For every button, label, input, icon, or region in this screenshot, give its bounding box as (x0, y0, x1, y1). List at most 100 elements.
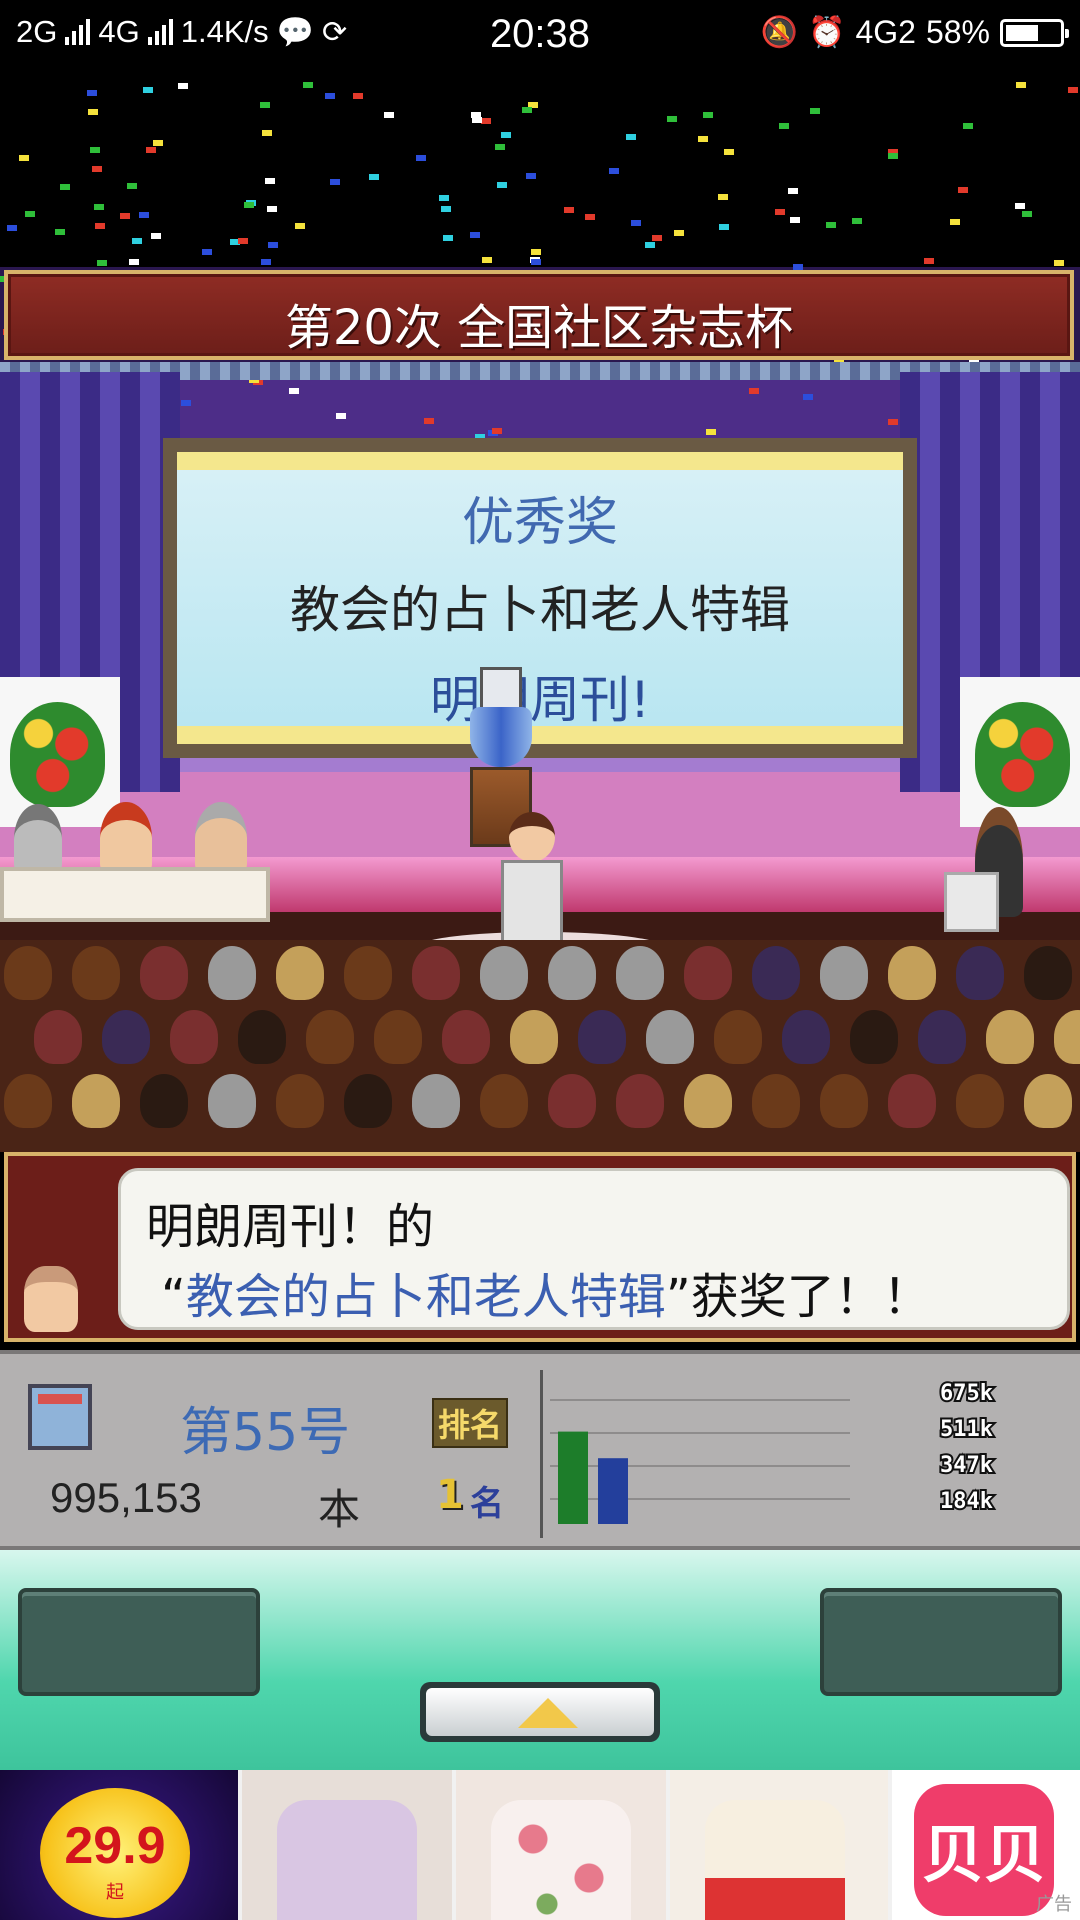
confetti-piece (19, 155, 29, 161)
confetti-piece (95, 223, 105, 229)
expand-menu-button[interactable] (420, 1682, 660, 1742)
confetti-piece (667, 116, 677, 122)
dialog-box[interactable]: 明朗周刊！的 “教会的占卜和老人特辑”获奖了！！ (4, 1152, 1076, 1342)
dialog-feature-name: 教会的占卜和老人特辑 (185, 1269, 666, 1325)
flower-bouquet-left (10, 702, 105, 807)
audience-member (548, 1074, 596, 1128)
rank-label: 排名 (432, 1398, 509, 1448)
confetti-piece (261, 259, 271, 265)
ad-price: 29.9 (64, 1817, 166, 1875)
audience-member (480, 1074, 528, 1128)
award-screen: 优秀奖 教会的占卜和老人特辑 明朗周刊! (163, 438, 917, 758)
confetti-piece (674, 230, 684, 236)
confetti-piece (88, 109, 98, 115)
audience-member (170, 1010, 218, 1064)
audience-member (344, 1074, 392, 1128)
judge-2 (100, 802, 152, 874)
battery-icon (1000, 18, 1069, 47)
quote-close: ” (665, 1269, 691, 1325)
ad-product-cardigan[interactable] (242, 1770, 452, 1920)
confetti-piece (244, 202, 254, 208)
audience-member (4, 1074, 52, 1128)
audience-member (102, 1010, 150, 1064)
left-menu-button[interactable] (18, 1588, 260, 1696)
confetti-piece (262, 130, 272, 136)
confetti-piece (526, 173, 536, 179)
chart-tick-label: 675k (940, 1381, 993, 1406)
confetti-piece (120, 213, 130, 219)
ad-product-floral-dress[interactable] (456, 1770, 666, 1920)
confetti-piece (330, 179, 340, 185)
confetti-piece (265, 178, 275, 184)
podium (944, 872, 999, 932)
issue-number: 第55号 (180, 1403, 351, 1463)
chart-tick-label: 347k (940, 1453, 993, 1478)
confetti-piece (698, 136, 708, 142)
audience-member (1024, 946, 1072, 1000)
audience-member (480, 946, 528, 1000)
confetti-piece (645, 242, 655, 248)
network-label-4g2: 4G2 (855, 14, 916, 50)
audience-member (616, 1074, 664, 1128)
audience-member (208, 1074, 256, 1128)
rank-unit: 名 (470, 1484, 504, 1524)
confetti-piece (441, 206, 451, 212)
audience-member (34, 1010, 82, 1064)
audience-member (1024, 1074, 1072, 1128)
magazine-icon (28, 1384, 92, 1450)
confetti-piece (1022, 211, 1032, 217)
confetti-piece (146, 147, 156, 153)
audience (0, 940, 1080, 1152)
contest-title-banner: 第20次 全国社区杂志杯 (4, 270, 1074, 360)
confetti-piece (703, 112, 713, 118)
confetti-piece (289, 388, 299, 394)
dialog-line-2: “教会的占卜和老人特辑”获奖了！！ (161, 1257, 931, 1327)
audience-member (888, 1074, 936, 1128)
flower-bouquet-right (975, 702, 1070, 807)
audience-member (616, 946, 664, 1000)
award-ceremony-scene[interactable]: 第20次 全国社区杂志杯 优秀奖 教会的占卜和老人特辑 明朗周刊! (0, 72, 1080, 1152)
ad-price-tile[interactable]: 29.9 起 (0, 1770, 238, 1920)
confetti-piece (585, 214, 595, 220)
battery-percent: 58% (925, 14, 990, 50)
confetti-piece (267, 206, 277, 212)
audience-member (72, 1074, 120, 1128)
audience-member (820, 946, 868, 1000)
confetti-piece (852, 218, 862, 224)
confetti-piece (7, 225, 17, 231)
audience-member (412, 1074, 460, 1128)
confetti-piece (724, 149, 734, 155)
confetti-piece (92, 166, 102, 172)
award-name: 优秀奖 (461, 493, 618, 553)
ad-product-shirt[interactable] (670, 1770, 888, 1920)
expand-menu-button-face[interactable] (426, 1688, 654, 1736)
confetti-piece (369, 174, 379, 180)
confetti-piece (564, 207, 574, 213)
confetti-piece (775, 209, 785, 215)
confetti-piece (497, 182, 507, 188)
confetti-piece (826, 222, 836, 228)
confetti-piece (443, 235, 453, 241)
confetti-piece (790, 217, 800, 223)
audience-member (238, 1010, 286, 1064)
audience-member (140, 1074, 188, 1128)
confetti-piece (888, 419, 898, 425)
confetti-piece (384, 112, 394, 118)
ad-brand-tile[interactable]: 贝贝 广告 (892, 1770, 1080, 1920)
rank-value: 1 (436, 1472, 464, 1518)
judges-table (0, 867, 270, 922)
right-menu-button[interactable] (820, 1588, 1062, 1696)
sales-stats-panel: 第55号 995,153 本 排名 1 名 675k 511k 347k 184k (0, 1350, 1080, 1550)
confetti-piece (1054, 260, 1064, 266)
confetti-piece (97, 260, 107, 266)
ad-banner[interactable]: 29.9 起 贝贝 广告 (0, 1770, 1080, 1920)
confetti-piece (495, 144, 505, 150)
audience-member (782, 1010, 830, 1064)
mute-bell-icon: 🔕 (760, 16, 799, 49)
audience-member (276, 946, 324, 1000)
confetti-piece (90, 147, 100, 153)
confetti-piece (143, 87, 153, 93)
chart-tick-label: 511k (940, 1417, 993, 1442)
confetti-piece (482, 257, 492, 263)
audience-member (344, 946, 392, 1000)
